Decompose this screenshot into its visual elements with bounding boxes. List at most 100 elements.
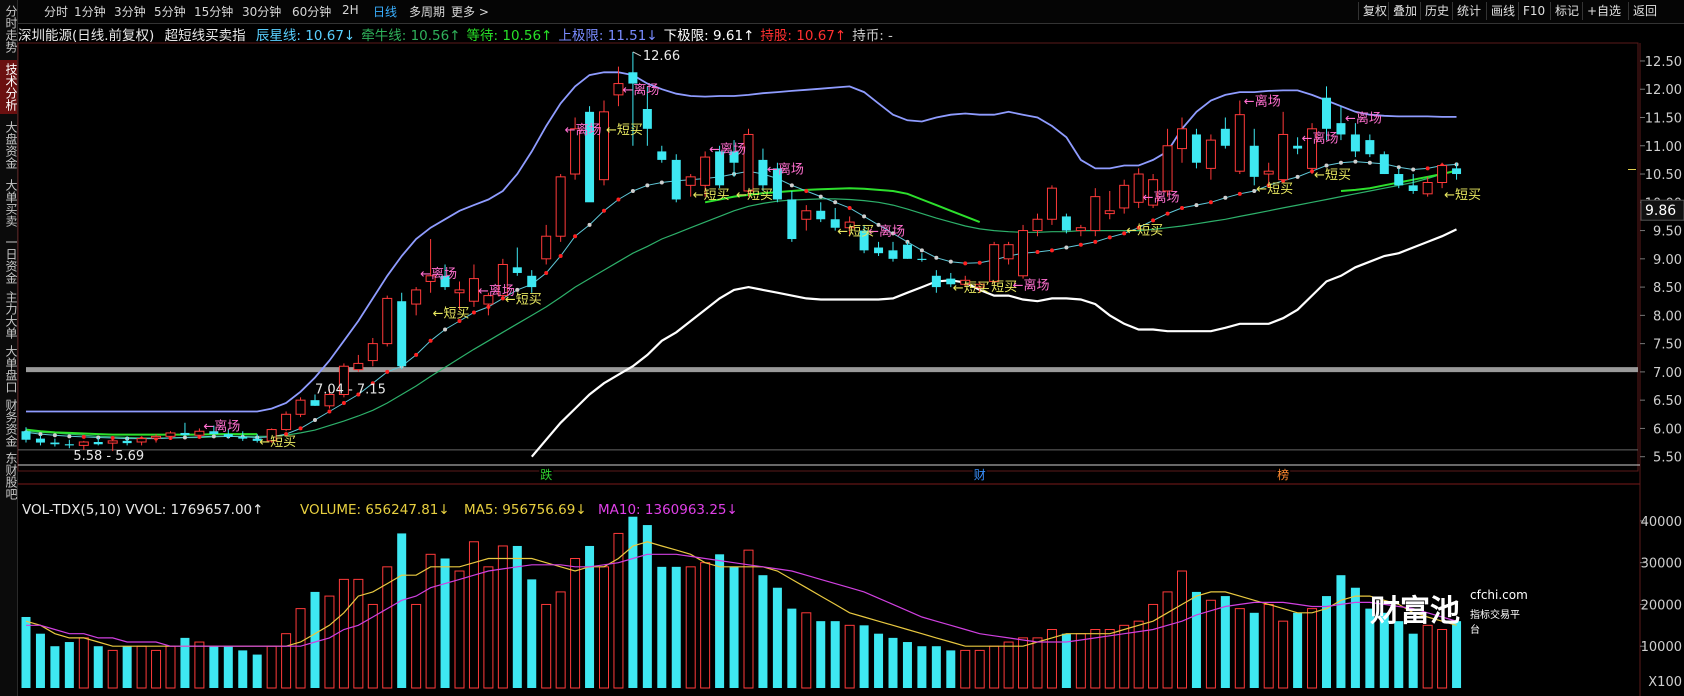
volume-bar (295, 608, 306, 689)
fast-dot (1223, 195, 1228, 200)
candle-body (555, 176, 566, 237)
volume-bar (974, 649, 985, 689)
fast-dot (1411, 167, 1416, 172)
watermark-slogan: 指标交易平台 (1470, 610, 1520, 636)
volume-bar (1075, 633, 1086, 689)
fast-dot (919, 248, 924, 253)
buy-marker-0: ←短买 (259, 435, 296, 450)
candle-body (151, 435, 162, 439)
chenxing-line (25, 161, 1457, 440)
fast-dot (558, 254, 563, 258)
fast-dot (1367, 160, 1372, 165)
volume-tick-label-2: 20000 (1641, 598, 1682, 613)
fast-dot (602, 208, 606, 213)
candle-body (816, 210, 826, 220)
fast-dot (1338, 160, 1343, 165)
buy-marker-alt: 短买 (991, 280, 1017, 295)
fast-dot (862, 214, 867, 219)
candle-body (1032, 218, 1043, 232)
candle-body (411, 289, 422, 305)
volume-bar (1032, 637, 1043, 689)
fast-dot (1353, 159, 1358, 164)
candle-body (1104, 210, 1115, 215)
candle-body (353, 362, 364, 371)
volume-bar (888, 637, 898, 688)
candle-body (1162, 145, 1173, 192)
volume-bar (772, 587, 782, 688)
volume-bar (93, 646, 103, 688)
candle-body (122, 440, 132, 444)
volume-bar (483, 566, 494, 689)
candle-body (136, 438, 147, 443)
candle-body (1322, 97, 1331, 129)
volume-bar (1003, 641, 1014, 689)
volume-bar (310, 591, 320, 688)
buy-marker-7: ←短买 (953, 281, 990, 296)
candle-body (989, 244, 1000, 282)
price-tick-label-7: 9.00 (1653, 253, 1682, 268)
fast-dot (818, 194, 823, 199)
volume-bar (223, 646, 233, 688)
volume-bar (1177, 570, 1187, 689)
price-tick-label-9: 8.00 (1653, 309, 1682, 324)
volume-bar (1205, 599, 1216, 689)
candle-body (888, 250, 898, 259)
candle-body (1191, 134, 1201, 163)
volume-bar (35, 633, 45, 688)
candle-body (1090, 196, 1101, 232)
volume-bar (194, 641, 205, 689)
candle-body (917, 258, 927, 260)
volume-bar (397, 533, 407, 688)
candle-body (1061, 216, 1071, 231)
volume-bar (1437, 629, 1448, 689)
volume-bar (816, 621, 826, 688)
fast-dot (1093, 239, 1098, 244)
volume-bar (1394, 621, 1404, 688)
volume-bar (180, 637, 190, 688)
volume-bar (1278, 620, 1289, 689)
price-tick-label-13: 6.00 (1653, 422, 1682, 437)
fast-dot (52, 433, 57, 438)
volume-bar (1452, 621, 1462, 688)
buy-marker-11: ←短买 (1444, 188, 1481, 203)
watermark-brand: 财富池 (1370, 594, 1460, 629)
volume-bar (411, 603, 422, 689)
fast-dot (963, 261, 968, 266)
volume-bar (685, 566, 696, 689)
volume-bar (497, 545, 508, 689)
candle-body (281, 413, 292, 431)
fast-dot (443, 327, 448, 332)
candle-body (1119, 184, 1130, 209)
candle-body (310, 400, 320, 406)
volume-bar (787, 608, 797, 688)
candle-body (35, 438, 45, 443)
volume-bar (628, 516, 638, 688)
leave-marker-10: ←离场 (1244, 94, 1281, 110)
buy-marker-8: ←短买 (1126, 223, 1163, 238)
leave-marker-5: ←离场 (709, 142, 746, 158)
volume-bar (541, 603, 552, 689)
volume-bar (613, 532, 624, 689)
leave-marker-9: ←离场 (1143, 190, 1180, 206)
buy-marker-4: ←短买 (693, 188, 730, 203)
fast-dot (327, 409, 332, 414)
fast-dot (1151, 218, 1156, 223)
volume-bar (758, 575, 768, 688)
fast-dot (587, 222, 592, 227)
volume-bar (1422, 624, 1433, 689)
volume-bar (1191, 591, 1201, 688)
volume-bar (1336, 575, 1346, 688)
fast-dot (544, 270, 549, 275)
fast-dot (630, 188, 635, 193)
volume-bar (1307, 608, 1318, 689)
fast-dot (948, 259, 953, 264)
volume-bar (440, 558, 450, 688)
volume-bar (324, 595, 335, 689)
volume-tick-label-1: 30000 (1641, 557, 1682, 572)
volume-bar (281, 633, 292, 689)
buy-marker-5: ←短买 (736, 188, 773, 203)
volume-bar (136, 645, 147, 689)
volume-bar (1220, 596, 1230, 688)
candle-body (1437, 165, 1448, 184)
fast-dot (1107, 235, 1112, 240)
